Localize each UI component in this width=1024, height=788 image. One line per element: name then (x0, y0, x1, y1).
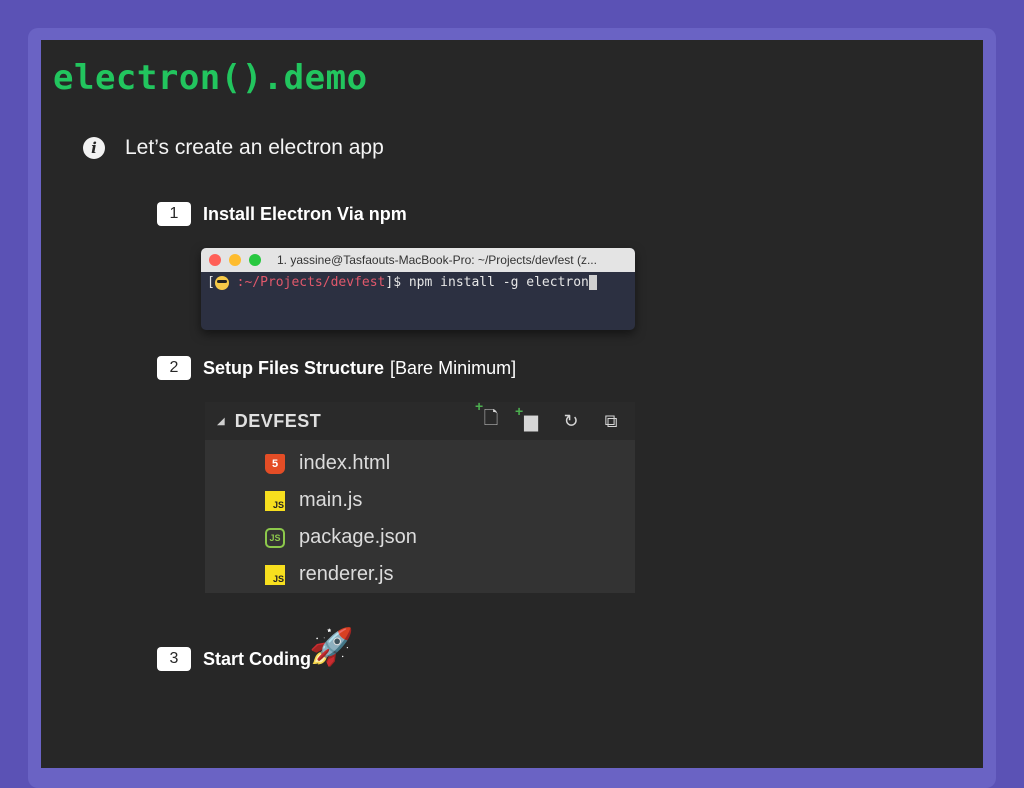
file-item-index-html[interactable]: 5 index.html (205, 445, 635, 482)
prompt-open: [ (207, 275, 215, 290)
terminal-window: 1. yassine@Tasfaouts-MacBook-Pro: ~/Proj… (201, 248, 635, 330)
step-label: Setup Files Structure (203, 357, 385, 378)
explorer-header[interactable]: ◢ DEVFEST + 🗋 + ▆ ↻ ⧉ (205, 398, 635, 440)
file-list: 5 index.html JS main.js JS package.json … (205, 440, 635, 593)
terminal-title: 1. yassine@Tasfaouts-MacBook-Pro: ~/Proj… (277, 253, 597, 267)
prompt-path: :~/Projects/devfest (236, 275, 386, 290)
slide-title: electron().demo (53, 58, 368, 98)
step-1: 1 Install Electron Via npm (157, 202, 407, 226)
file-item-main-js[interactable]: JS main.js (205, 482, 635, 519)
rocket-icon: 🚀 (309, 626, 354, 667)
slide: electron().demo i Let’s create an electr… (41, 40, 983, 768)
file-name: main.js (299, 489, 363, 511)
file-item-renderer-js[interactable]: JS renderer.js (205, 556, 635, 593)
step-number-badge: 2 (157, 356, 191, 380)
step-2: 2 Setup Files Structure [Bare Minimum] (157, 356, 516, 380)
step-label: Start Coding (203, 648, 311, 669)
file-explorer: ◢ DEVFEST + 🗋 + ▆ ↻ ⧉ 5 index.html JS main… (205, 398, 635, 593)
file-item-package-json[interactable]: JS package.json (205, 519, 635, 556)
file-name: index.html (299, 452, 391, 474)
refresh-icon[interactable]: ↻ (559, 411, 583, 432)
js-icon: JS (265, 564, 285, 585)
step-number-badge: 1 (157, 202, 191, 226)
terminal-body[interactable]: [ :~/Projects/devfest]$ npm install -g e… (201, 272, 635, 293)
step-number-badge: 3 (157, 647, 191, 671)
step-label: Install Electron Via npm (203, 203, 407, 224)
intro-text: Let’s create an electron app (125, 136, 384, 159)
terminal-titlebar: 1. yassine@Tasfaouts-MacBook-Pro: ~/Proj… (201, 248, 635, 272)
explorer-actions: + 🗋 + ▆ ↻ ⧉ (475, 398, 635, 436)
zoom-dot-icon[interactable] (249, 254, 261, 266)
new-folder-icon[interactable]: + ▆ (515, 403, 543, 432)
chevron-down-icon[interactable]: ◢ (217, 416, 225, 427)
file-name: package.json (299, 526, 417, 548)
explorer-folder-title: DEVFEST (234, 410, 322, 431)
prompt-close: ]$ (385, 275, 402, 290)
terminal-command: npm install -g electron (408, 275, 589, 290)
intro: i Let’s create an electron app (83, 136, 384, 160)
file-name: renderer.js (299, 563, 394, 585)
collapse-all-icon[interactable]: ⧉ (599, 411, 623, 432)
step-note: [Bare Minimum] (390, 357, 517, 378)
html5-icon: 5 (265, 453, 285, 474)
sunglasses-emoji-icon (214, 275, 229, 290)
minimize-dot-icon[interactable] (229, 254, 241, 266)
close-dot-icon[interactable] (209, 254, 221, 266)
info-icon: i (83, 137, 105, 159)
terminal-cursor (588, 275, 597, 290)
step-3: 3 Start Coding 🚀 (157, 626, 354, 680)
js-icon: JS (265, 490, 285, 511)
new-file-icon[interactable]: + 🗋 (475, 398, 503, 436)
nodejs-icon: JS (265, 527, 285, 548)
